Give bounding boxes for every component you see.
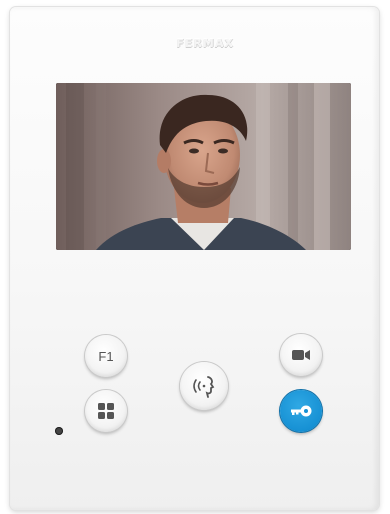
brand-logo: FERMAX xyxy=(176,37,234,50)
f1-label: F1 xyxy=(98,348,114,364)
menu-button[interactable] xyxy=(85,390,127,432)
f1-button[interactable]: F1 xyxy=(85,335,127,377)
grid-icon xyxy=(97,402,115,420)
video-feed-image xyxy=(56,83,351,250)
key-icon xyxy=(289,404,313,418)
camera-button[interactable] xyxy=(280,334,322,376)
speaking-head-icon xyxy=(190,372,218,400)
videophone-monitor: FERMAX F1 xyxy=(10,7,379,510)
talk-button[interactable] xyxy=(180,362,228,410)
video-camera-icon xyxy=(291,348,311,362)
microphone-hole xyxy=(55,427,63,435)
door-open-button[interactable] xyxy=(280,390,322,432)
video-screen xyxy=(56,83,351,250)
